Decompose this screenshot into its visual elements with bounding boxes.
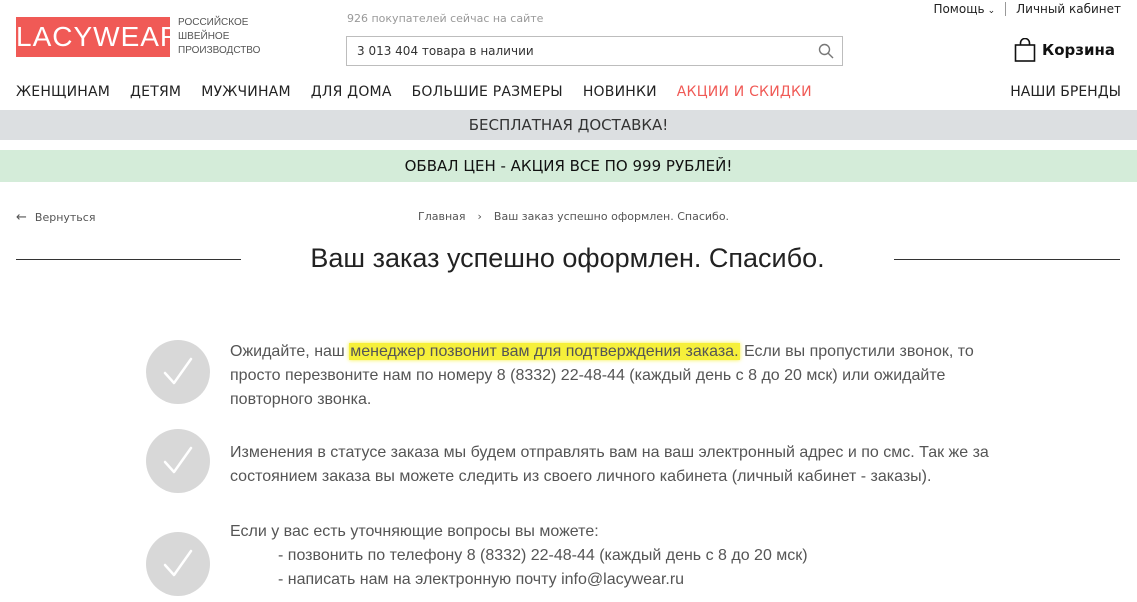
checkmark-icon (146, 532, 210, 596)
nav-item-brands[interactable]: НАШИ БРЕНДЫ (1010, 84, 1121, 100)
account-link[interactable]: Личный кабинет (1016, 2, 1121, 16)
chevron-right-icon: › (477, 210, 482, 223)
logo-caption-line: РОССИЙСКОЕ (178, 17, 249, 28)
nav-item-men[interactable]: МУЖЧИНАМ (201, 84, 291, 106)
message-text-part: Ожидайте, наш (230, 343, 350, 360)
message-text: Если у вас есть уточняющие вопросы вы мо… (230, 520, 1020, 592)
nav-item-new[interactable]: НОВИНКИ (583, 84, 657, 106)
breadcrumb-current: Ваш заказ успешно оформлен. Спасибо. (493, 210, 730, 223)
back-label: Вернуться (34, 211, 96, 224)
logo-caption: РОССИЙСКОЕ ШВЕЙНОЕ ПРОИЗВОДСТВО (178, 16, 268, 58)
highlighted-text: менеджер позвонит вам для подтверждения … (349, 343, 740, 360)
nav-item-women[interactable]: ЖЕНЩИНАМ (16, 84, 110, 106)
top-links: Помощь ⌄ Личный кабинет (933, 2, 1121, 16)
free-delivery-banner[interactable]: БЕСПЛАТНАЯ ДОСТАВКА! (0, 110, 1137, 140)
logo-caption-line: ШВЕЙНОЕ (178, 31, 230, 42)
chevron-down-icon: ⌄ (987, 6, 996, 16)
nav-item-home[interactable]: ДЛЯ ДОМА (311, 84, 392, 106)
promo-banner[interactable]: ОБВАЛ ЦЕН - АКЦИЯ ВСЕ ПО 999 РУБЛЕЙ! (0, 150, 1137, 182)
search-icon[interactable] (818, 43, 834, 59)
nav-item-sale[interactable]: АКЦИИ И СКИДКИ (677, 84, 812, 106)
checkmark-icon (146, 340, 210, 404)
divider (1005, 2, 1007, 16)
search-input[interactable] (347, 37, 807, 65)
breadcrumb-home[interactable]: Главная (418, 210, 466, 223)
logo[interactable]: LACYWEAR (16, 17, 180, 57)
page-title: Ваш заказ успешно оформлен. Спасибо. (310, 243, 825, 273)
contacts-intro: Если у вас есть уточняющие вопросы вы мо… (230, 523, 599, 540)
contacts-phone: - позвонить по телефону 8 (8332) 22-48-4… (278, 547, 808, 564)
back-link[interactable]: ← Вернуться (16, 210, 95, 225)
nav-item-plus-size[interactable]: БОЛЬШИЕ РАЗМЕРЫ (412, 84, 563, 106)
arrow-left-icon: ← (16, 210, 27, 225)
title-divider-right (894, 259, 1120, 260)
help-label: Помощь (933, 2, 985, 16)
main-nav: ЖЕНЩИНАМ ДЕТЯМ МУЖЧИНАМ ДЛЯ ДОМА БОЛЬШИЕ… (16, 84, 1121, 106)
message-text: Ожидайте, наш менеджер позвонит вам для … (230, 340, 1020, 412)
online-count: 926 покупателей сейчас на сайте (347, 12, 544, 25)
contacts-email: - написать нам на электронную почту info… (278, 571, 685, 588)
shopping-bag-icon (1014, 38, 1036, 62)
cart-button[interactable]: Корзина (1014, 38, 1115, 62)
site-header: LACYWEAR РОССИЙСКОЕ ШВЕЙНОЕ ПРОИЗВОДСТВО… (0, 0, 1137, 80)
checkmark-icon (146, 429, 210, 493)
breadcrumb: Главная › Ваш заказ успешно оформлен. Сп… (418, 210, 729, 223)
search-box (346, 36, 843, 66)
logo-caption-line: ПРОИЗВОДСТВО (178, 45, 261, 56)
cart-label: Корзина (1041, 41, 1115, 59)
nav-item-kids[interactable]: ДЕТЯМ (130, 84, 181, 106)
title-divider-left (16, 259, 241, 260)
message-text: Изменения в статусе заказа мы будем отпр… (230, 444, 989, 485)
help-menu[interactable]: Помощь ⌄ (933, 2, 995, 16)
